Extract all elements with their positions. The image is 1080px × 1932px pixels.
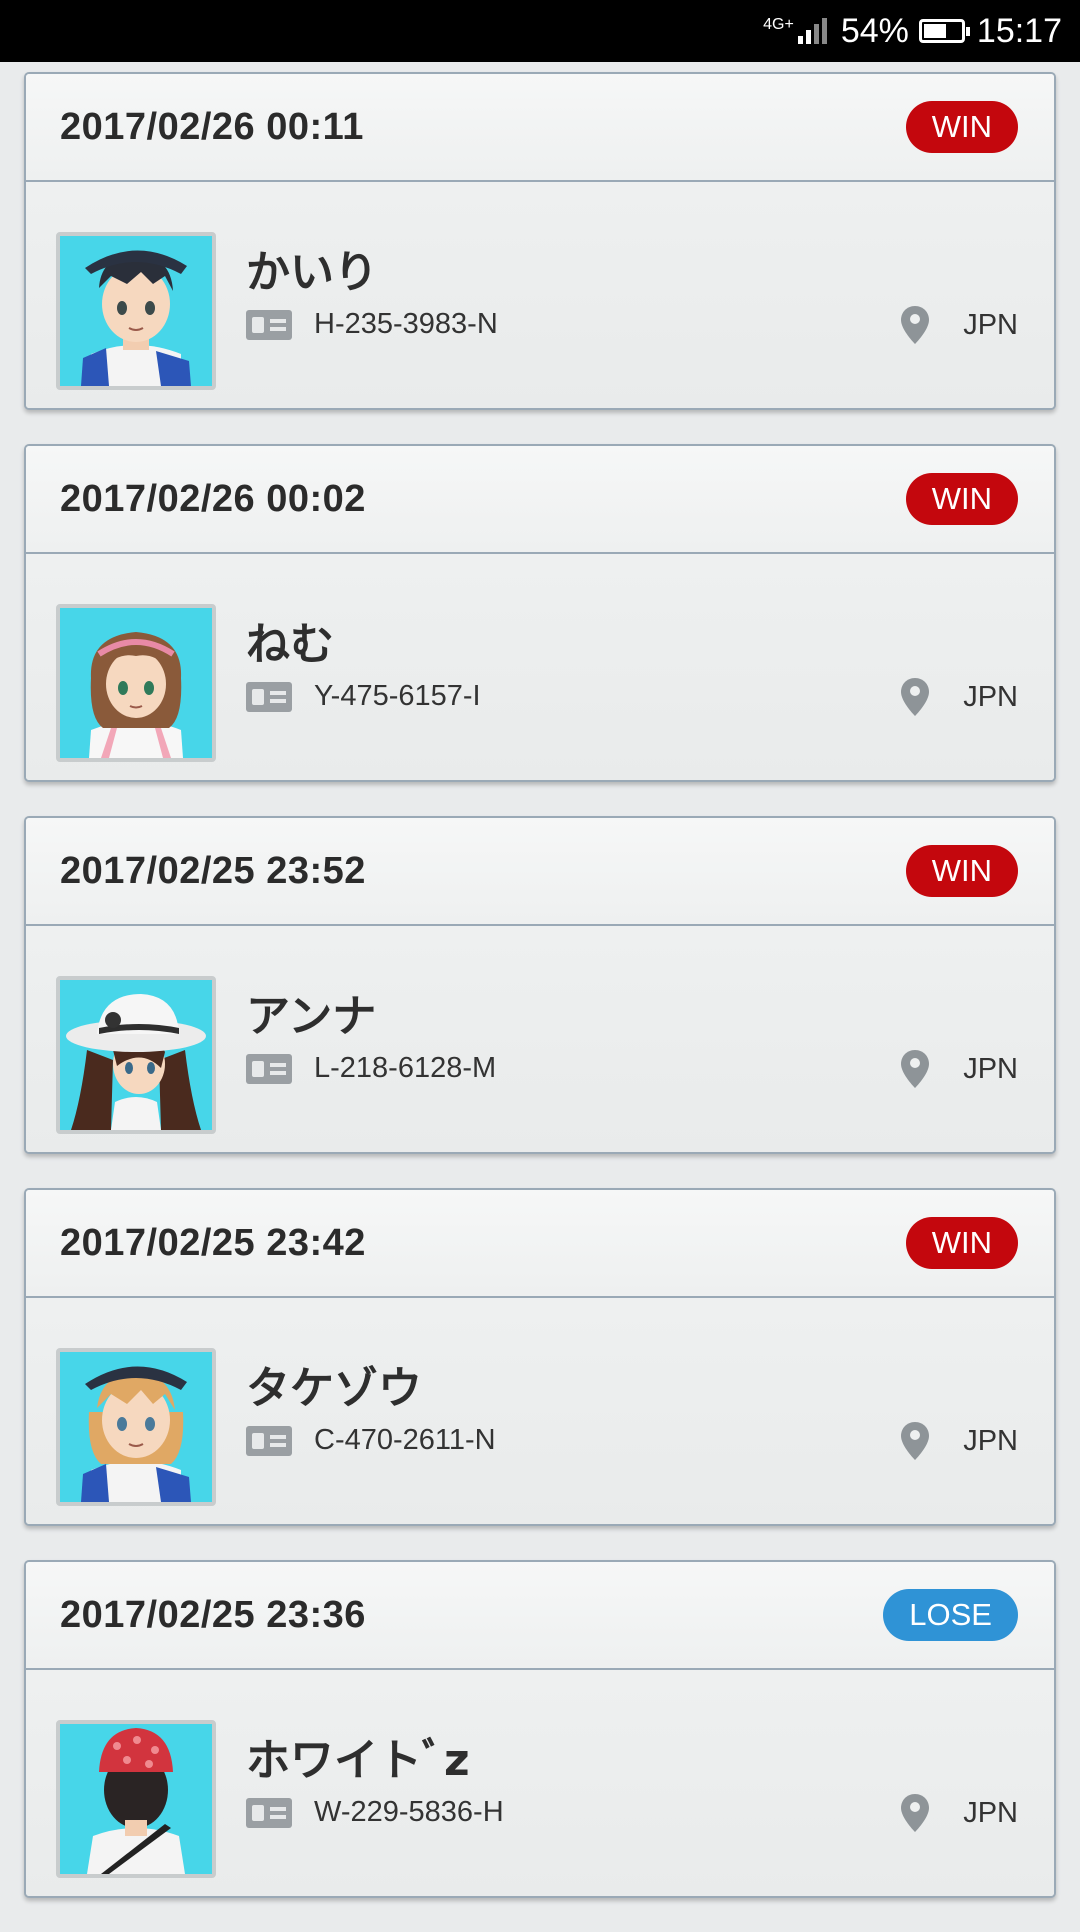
trainer-girl-red-beanie-back-icon [61, 1724, 211, 1874]
region-row: JPN [901, 678, 1018, 716]
battle-datetime: 2017/02/25 23:42 [60, 1221, 366, 1264]
battle-card[interactable]: 2017/02/25 23:42 WIN タケゾウ C-470-2611-N J… [24, 1188, 1056, 1526]
status-bar: 4G+ 54% 15:17 [0, 0, 1080, 62]
battle-card-header: 2017/02/26 00:02 WIN [26, 446, 1054, 554]
region-label: JPN [963, 1052, 1018, 1085]
location-pin-icon [901, 306, 930, 344]
location-pin-icon [901, 1794, 930, 1832]
battle-datetime: 2017/02/25 23:36 [60, 1593, 366, 1636]
player-name: アンナ [246, 991, 377, 1042]
id-card-icon [246, 309, 292, 340]
result-badge: WIN [905, 101, 1018, 153]
trainer-girl-brown-hair-headband-icon [61, 608, 211, 758]
signal-icon [797, 18, 827, 44]
trainer-girl-white-sunhat-icon [61, 980, 211, 1130]
battle-card-body: ホワイトﾞz W-229-5836-H JPN [26, 1670, 1054, 1896]
battle-datetime: 2017/02/25 23:52 [60, 849, 366, 892]
trainer-avatar[interactable] [56, 1348, 216, 1506]
battle-card[interactable]: 2017/02/26 00:11 WIN かいり H-235-3983-N JP… [24, 72, 1056, 410]
region-row: JPN [901, 1050, 1018, 1088]
region-label: JPN [963, 308, 1018, 341]
battle-code: L-218-6128-M [314, 1052, 497, 1084]
trainer-avatar[interactable] [56, 232, 216, 390]
region-label: JPN [963, 1424, 1018, 1457]
location-pin-icon [901, 678, 930, 716]
player-name: ホワイトﾞz [246, 1735, 470, 1786]
region-label: JPN [963, 1796, 1018, 1829]
id-card-icon [246, 1797, 292, 1828]
battle-card-body: アンナ L-218-6128-M JPN [26, 926, 1054, 1152]
friend-code-row: Y-475-6157-I [246, 680, 481, 713]
player-name: タケゾウ [246, 1363, 422, 1414]
battle-history-list: 2017/02/26 00:11 WIN かいり H-235-3983-N JP… [24, 72, 1056, 1932]
battle-card-header: 2017/02/25 23:42 WIN [26, 1190, 1054, 1298]
trainer-avatar[interactable] [56, 976, 216, 1134]
battle-card-body: かいり H-235-3983-N JPN [26, 182, 1054, 408]
id-card-icon [246, 1425, 292, 1456]
result-badge: WIN [905, 1217, 1018, 1269]
network-type: 4G+ [763, 16, 794, 33]
battle-code: C-470-2611-N [314, 1424, 496, 1456]
battery-percent: 54% [840, 11, 909, 50]
battle-card-body: タケゾウ C-470-2611-N JPN [26, 1298, 1054, 1524]
region-row: JPN [901, 306, 1018, 344]
trainer-boy-black-cap-icon [61, 236, 211, 386]
id-card-icon [246, 1053, 292, 1084]
clock: 15:17 [976, 11, 1062, 50]
id-card-icon [246, 681, 292, 712]
player-name: ねむ [246, 619, 334, 670]
friend-code-row: L-218-6128-M [246, 1052, 496, 1085]
friend-code-row: W-229-5836-H [246, 1796, 504, 1829]
location-pin-icon [901, 1422, 930, 1460]
trainer-avatar[interactable] [56, 604, 216, 762]
battle-datetime: 2017/02/26 00:02 [60, 477, 366, 520]
location-pin-icon [901, 1050, 930, 1088]
region-label: JPN [963, 680, 1018, 713]
region-row: JPN [901, 1422, 1018, 1460]
region-row: JPN [901, 1794, 1018, 1832]
result-badge: WIN [905, 473, 1018, 525]
result-badge: WIN [905, 845, 1018, 897]
battle-card-header: 2017/02/26 00:11 WIN [26, 74, 1054, 182]
friend-code-row: H-235-3983-N [246, 308, 498, 341]
battery-icon [918, 19, 970, 43]
battle-card-body: ねむ Y-475-6157-I JPN [26, 554, 1054, 780]
trainer-avatar[interactable] [56, 1720, 216, 1878]
battle-datetime: 2017/02/26 00:11 [60, 105, 364, 148]
battle-code: W-229-5836-H [314, 1796, 504, 1828]
battle-card[interactable]: 2017/02/26 00:02 WIN ねむ Y-475-6157-I JPN [24, 444, 1056, 782]
result-badge: LOSE [883, 1589, 1018, 1641]
battle-card-header: 2017/02/25 23:36 LOSE [26, 1562, 1054, 1670]
player-name: かいり [246, 247, 378, 298]
battle-code: H-235-3983-N [314, 308, 498, 340]
friend-code-row: C-470-2611-N [246, 1424, 496, 1457]
battle-code: Y-475-6157-I [314, 680, 481, 712]
battle-card-header: 2017/02/25 23:52 WIN [26, 818, 1054, 926]
trainer-boy-blonde-cap-icon [61, 1352, 211, 1502]
battle-card[interactable]: 2017/02/25 23:52 WIN アンナ L-218-6128-M JP… [24, 816, 1056, 1154]
battle-card[interactable]: 2017/02/25 23:36 LOSE ホワイトﾞz W-229-5836-… [24, 1560, 1056, 1898]
